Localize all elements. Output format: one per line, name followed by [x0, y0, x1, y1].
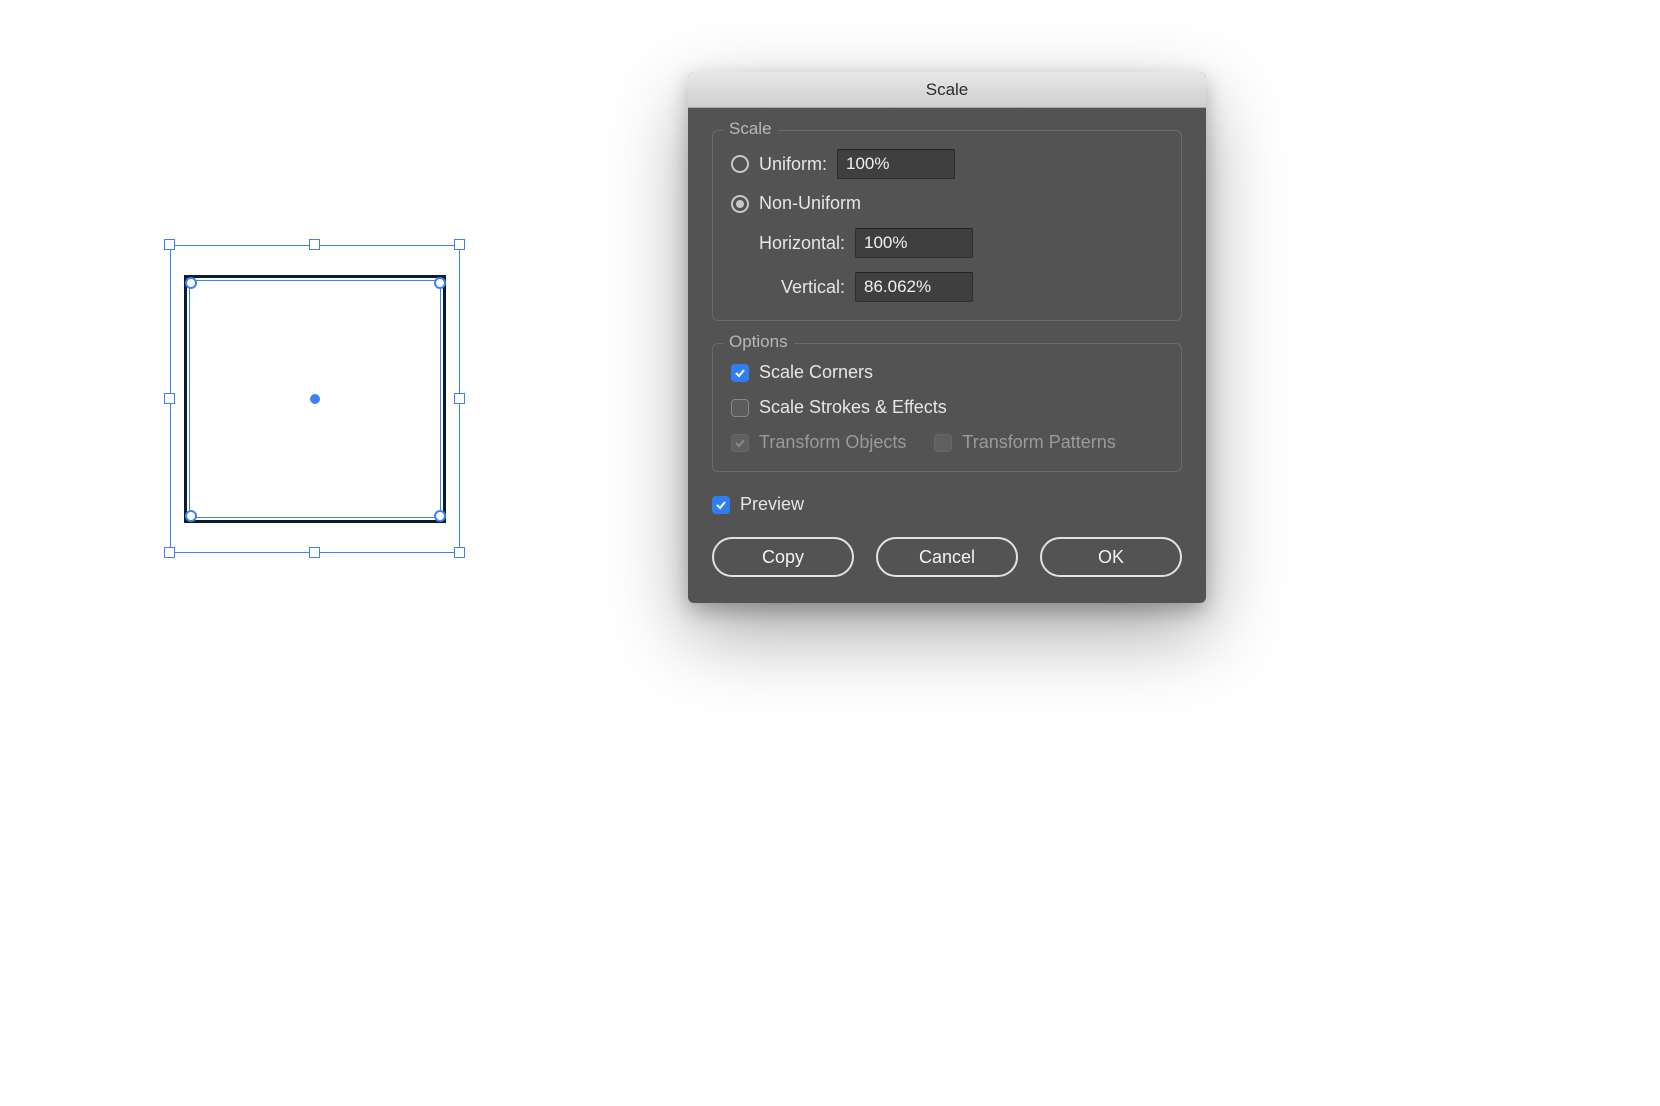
nonuniform-radio[interactable] [731, 195, 749, 213]
scale-strokes-label: Scale Strokes & Effects [759, 397, 947, 418]
resize-handle-tr[interactable] [454, 239, 465, 250]
transform-objects-label: Transform Objects [759, 432, 906, 453]
dialog-title: Scale [926, 80, 969, 100]
preview-label: Preview [740, 494, 804, 515]
resize-handle-ml[interactable] [164, 393, 175, 404]
nonuniform-label: Non-Uniform [759, 193, 861, 214]
resize-handle-bc[interactable] [309, 547, 320, 558]
options-group-label: Options [723, 332, 794, 352]
scale-dialog: Scale Scale Uniform: Non-Uniform Horizon… [688, 72, 1206, 603]
transform-patterns-label: Transform Patterns [962, 432, 1115, 453]
anchor-point-icon[interactable] [434, 510, 446, 522]
resize-handle-mr[interactable] [454, 393, 465, 404]
resize-handle-br[interactable] [454, 547, 465, 558]
ok-button[interactable]: OK [1040, 537, 1182, 577]
cancel-button[interactable]: Cancel [876, 537, 1018, 577]
anchor-point-icon[interactable] [434, 277, 446, 289]
uniform-radio[interactable] [731, 155, 749, 173]
options-group: Options Scale Corners Scale Strokes & Ef… [712, 343, 1182, 472]
uniform-label: Uniform: [759, 154, 827, 175]
dialog-titlebar[interactable]: Scale [688, 72, 1206, 108]
horizontal-input[interactable] [855, 228, 973, 258]
scale-corners-checkbox[interactable] [731, 364, 749, 382]
preview-checkbox[interactable] [712, 496, 730, 514]
transform-objects-checkbox [731, 434, 749, 452]
scale-group: Scale Uniform: Non-Uniform Horizontal: V… [712, 130, 1182, 321]
dialog-button-row: Copy Cancel OK [712, 537, 1182, 577]
transform-patterns-checkbox [934, 434, 952, 452]
scale-strokes-checkbox[interactable] [731, 399, 749, 417]
scale-corners-label: Scale Corners [759, 362, 873, 383]
center-point-icon[interactable] [310, 394, 320, 404]
vertical-input[interactable] [855, 272, 973, 302]
uniform-input[interactable] [837, 149, 955, 179]
resize-handle-bl[interactable] [164, 547, 175, 558]
anchor-point-icon[interactable] [185, 510, 197, 522]
resize-handle-tc[interactable] [309, 239, 320, 250]
anchor-point-icon[interactable] [185, 277, 197, 289]
vertical-label: Vertical: [753, 277, 845, 298]
copy-button[interactable]: Copy [712, 537, 854, 577]
scale-group-label: Scale [723, 119, 778, 139]
horizontal-label: Horizontal: [753, 233, 845, 254]
canvas-selection [170, 245, 460, 553]
resize-handle-tl[interactable] [164, 239, 175, 250]
